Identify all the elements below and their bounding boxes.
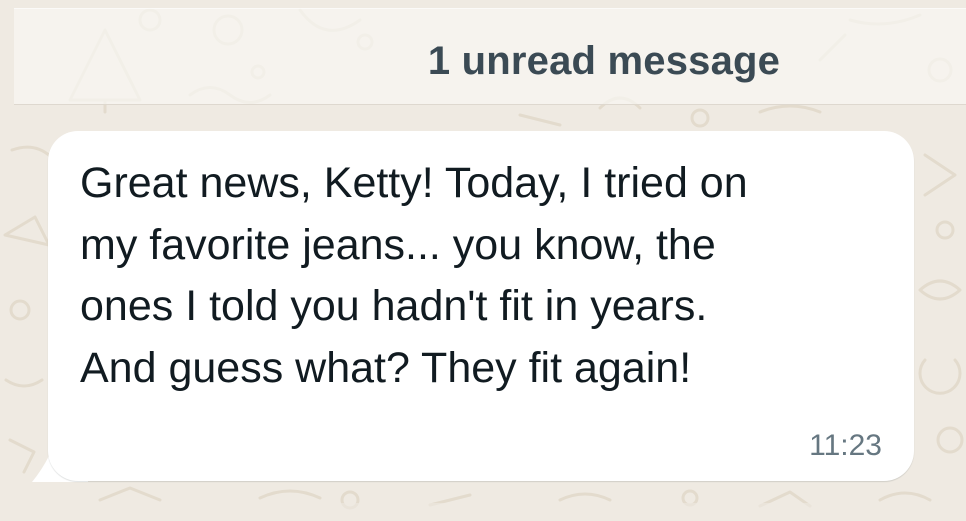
message-timestamp: 11:23 — [809, 429, 882, 462]
message-text: Great news, Ketty! Today, I tried on my … — [80, 159, 748, 392]
bottom-edge — [0, 503, 966, 521]
unread-count-label: 1 unread message — [427, 39, 781, 83]
unread-divider: 1 unread message — [14, 8, 966, 105]
incoming-message-bubble[interactable]: Great news, Ketty! Today, I tried on my … — [48, 131, 914, 481]
